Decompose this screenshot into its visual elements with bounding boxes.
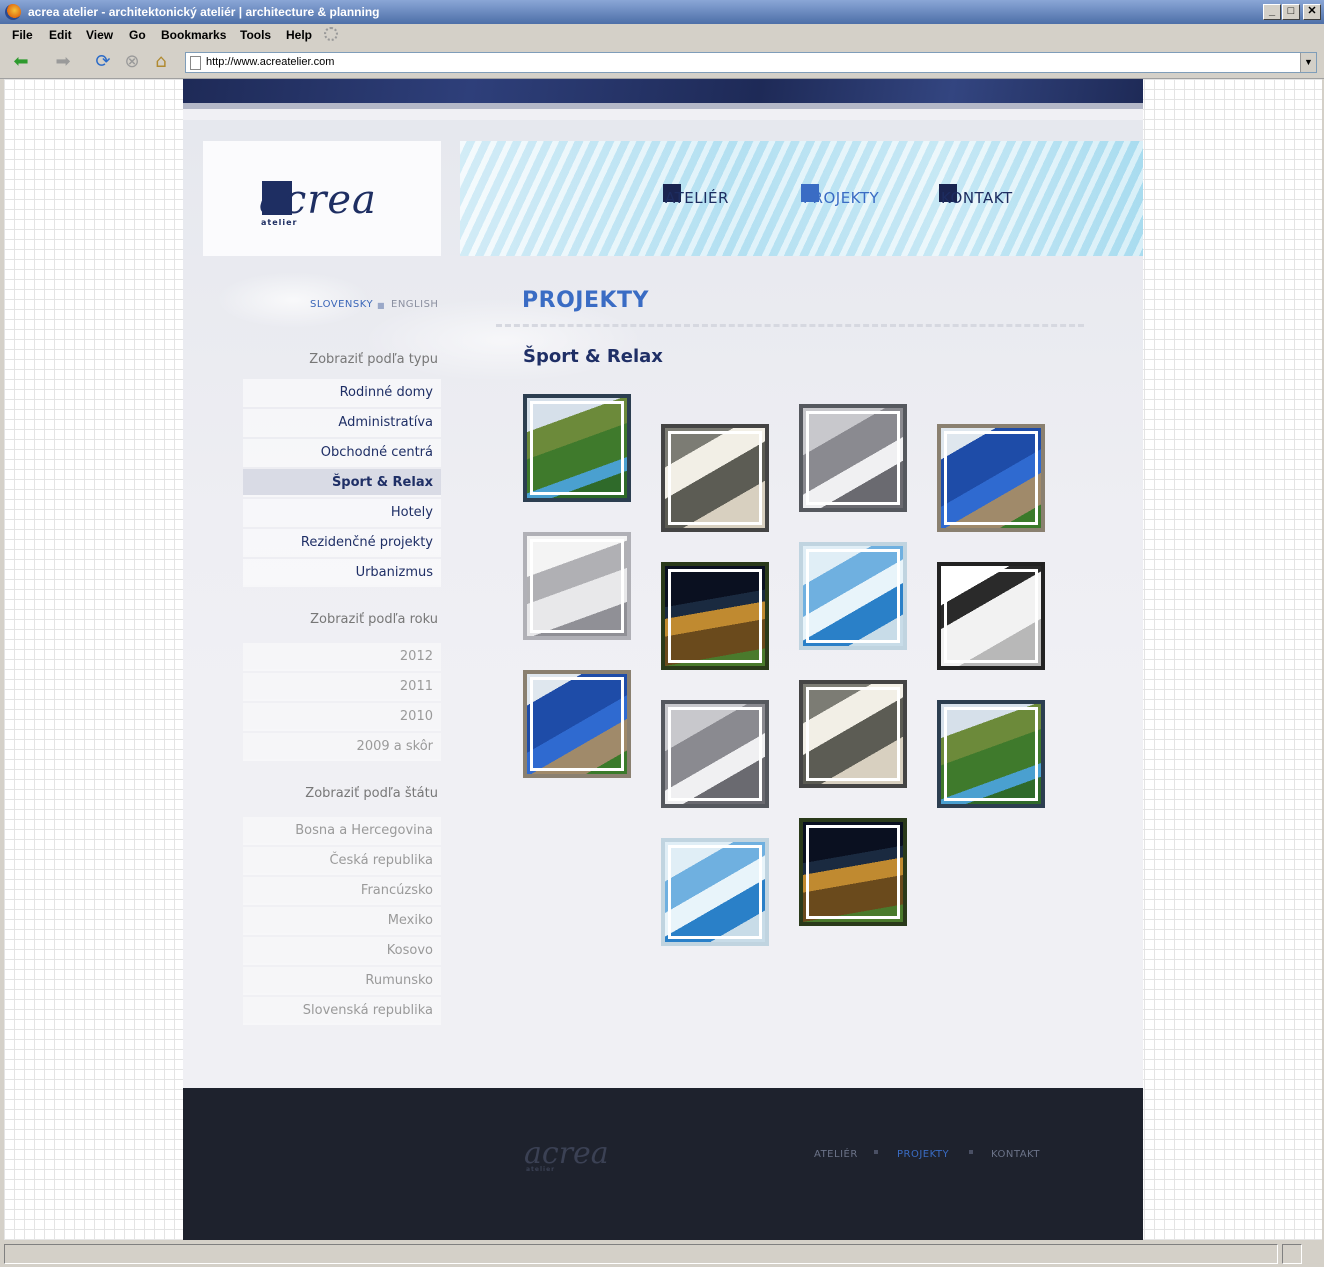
filter-type-item[interactable]: Urbanizmus (243, 559, 441, 587)
project-thumbnail[interactable] (661, 700, 769, 808)
home-icon[interactable]: ⌂ (150, 52, 172, 72)
filter-state-item[interactable]: Slovenská republika (243, 997, 441, 1025)
filter-type-item[interactable]: Rezidenčné projekty (243, 529, 441, 557)
footer-nav-projekty[interactable]: PROJEKTY (897, 1149, 949, 1160)
browser-viewport: acrea atelier ATELIÉR PROJEKTY KONTAKT S… (4, 79, 1322, 1240)
top-banner-underline (183, 103, 1143, 109)
project-thumbnail[interactable] (661, 562, 769, 670)
project-thumbnail[interactable] (799, 542, 907, 650)
title-divider (496, 324, 1084, 327)
menu-view[interactable]: View (86, 28, 113, 42)
minimize-button[interactable]: _ (1263, 4, 1281, 20)
project-thumbnail[interactable] (799, 680, 907, 788)
filter-type-item[interactable]: Hotely (243, 499, 441, 527)
filter-type-item[interactable]: Administratíva (243, 409, 441, 437)
lang-slovensky[interactable]: SLOVENSKY (310, 299, 373, 310)
page-title: PROJEKTY (522, 288, 649, 313)
close-button[interactable]: ✕ (1303, 4, 1321, 20)
window-title: acrea atelier - architektonický ateliér … (28, 5, 380, 19)
status-text-field (4, 1244, 1278, 1264)
project-thumbnail[interactable] (523, 532, 631, 640)
project-thumbnail[interactable] (523, 394, 631, 502)
page-container: acrea atelier ATELIÉR PROJEKTY KONTAKT S… (183, 79, 1143, 1240)
filter-year-item[interactable]: 2012 (243, 643, 441, 671)
filter-type-item[interactable]: Obchodné centrá (243, 439, 441, 467)
navigation-toolbar: ⬅ ➡ ⟳ ⊗ ⌂ http://www.acreatelier.com ▼ (0, 46, 1324, 79)
filter-state-item[interactable]: Kosovo (243, 937, 441, 965)
footer-separator (969, 1150, 973, 1154)
menu-bookmarks[interactable]: Bookmarks (161, 28, 226, 42)
project-thumbnail[interactable] (523, 670, 631, 778)
nav-projekty-label: PROJEKTY (803, 189, 880, 207)
footer-separator (874, 1150, 878, 1154)
project-thumbnail[interactable] (661, 838, 769, 946)
project-thumbnail[interactable] (799, 404, 907, 512)
nav-projekty[interactable]: PROJEKTY (801, 184, 880, 207)
status-bar (0, 1240, 1324, 1267)
nav-kontakt-label: KONTAKT (941, 189, 1013, 207)
project-thumbnail[interactable] (661, 424, 769, 532)
project-thumbnail[interactable] (937, 700, 1045, 808)
nav-atelier[interactable]: ATELIÉR (663, 184, 729, 207)
filter-type-item-active[interactable]: Šport & Relax (243, 469, 441, 497)
status-resize-grip[interactable] (1282, 1244, 1302, 1264)
top-banner-strip (183, 79, 1143, 103)
filter-state-item[interactable]: Česká republika (243, 847, 441, 875)
filter-type-item[interactable]: Rodinné domy (243, 379, 441, 407)
site-footer: acrea atelier ATELIÉR PROJEKTY KONTAKT (183, 1088, 1143, 1240)
project-thumbnail[interactable] (799, 818, 907, 926)
forward-arrow-icon[interactable]: ➡ (52, 52, 74, 72)
filter-year-item[interactable]: 2010 (243, 703, 441, 731)
menu-bar: File Edit View Go Bookmarks Tools Help (0, 24, 1324, 46)
maximize-button[interactable]: □ (1282, 4, 1300, 20)
menu-help[interactable]: Help (286, 28, 312, 42)
filter-year-heading: Zobraziť podľa roku (310, 612, 438, 627)
filter-state-item[interactable]: Rumunsko (243, 967, 441, 995)
reload-icon[interactable]: ⟳ (92, 52, 114, 72)
window-titlebar: acrea atelier - architektonický ateliér … (0, 0, 1324, 24)
page-icon (190, 56, 201, 70)
filter-state-heading: Zobraziť podľa štátu (305, 786, 438, 801)
back-arrow-icon[interactable]: ⬅ (10, 52, 32, 72)
filter-state-item[interactable]: Francúzsko (243, 877, 441, 905)
category-title: Šport & Relax (523, 346, 663, 367)
chevron-down-icon[interactable]: ▼ (1300, 53, 1316, 72)
lang-separator: ■ (377, 301, 386, 310)
site-logo[interactable]: acrea atelier (203, 141, 441, 256)
footer-logo-subtitle: atelier (526, 1166, 556, 1173)
firefox-icon (5, 4, 21, 20)
logo-text: acrea (259, 177, 377, 223)
footer-nav-kontakt[interactable]: KONTAKT (991, 1149, 1040, 1160)
menu-file[interactable]: File (12, 28, 33, 42)
project-thumbnail[interactable] (937, 424, 1045, 532)
menu-go[interactable]: Go (129, 28, 146, 42)
nav-atelier-label: ATELIÉR (665, 189, 729, 207)
stop-icon[interactable]: ⊗ (121, 52, 143, 72)
nav-kontakt[interactable]: KONTAKT (939, 184, 1013, 207)
footer-nav-atelier[interactable]: ATELIÉR (814, 1149, 858, 1160)
menu-edit[interactable]: Edit (49, 28, 72, 42)
lang-english[interactable]: ENGLISH (391, 299, 438, 310)
menu-tools[interactable]: Tools (240, 28, 271, 42)
throbber-icon (324, 27, 338, 41)
url-text[interactable]: http://www.acreatelier.com (206, 56, 334, 68)
filter-state-item[interactable]: Bosna a Hercegovina (243, 817, 441, 845)
filter-year-item[interactable]: 2009 a skôr (243, 733, 441, 761)
project-thumbnail[interactable] (937, 562, 1045, 670)
logo-subtitle: atelier (261, 218, 298, 227)
address-bar[interactable]: http://www.acreatelier.com ▼ (185, 52, 1317, 73)
filter-year-item[interactable]: 2011 (243, 673, 441, 701)
filter-type-heading: Zobraziť podľa typu (309, 352, 438, 367)
filter-state-item[interactable]: Mexiko (243, 907, 441, 935)
